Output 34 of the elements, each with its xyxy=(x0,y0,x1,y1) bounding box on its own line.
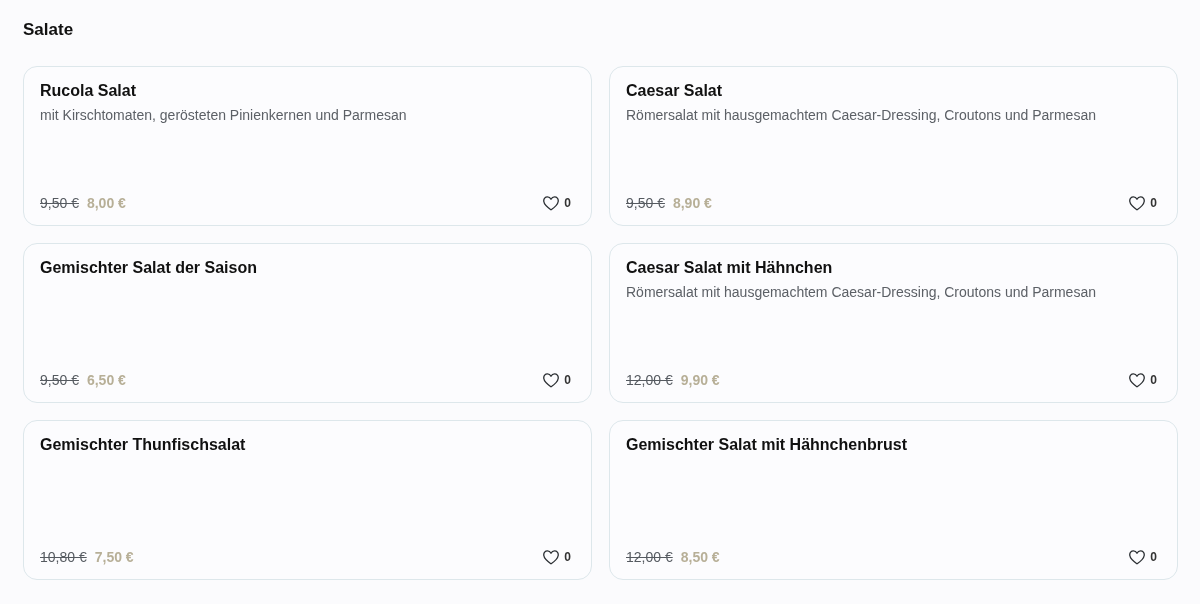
dish-name: Caesar Salat xyxy=(626,81,723,101)
old-price: 12,00 € xyxy=(626,548,673,567)
like-button[interactable]: 0 xyxy=(1125,370,1161,390)
sale-price: 8,00 € xyxy=(86,194,126,213)
dish-card[interactable]: Caesar Salat mit Hähnchen Römersalat mit hausgemachtem Caesar-Dressing, Croutons und Parmesan 12,00 € 9,90 € 0 xyxy=(609,243,1178,403)
old-price: 10,80 € xyxy=(40,548,87,567)
dish-card[interactable]: Gemischter Salat mit Hähnchenbrust 12,00 € 8,50 € 0 xyxy=(609,420,1178,580)
sale-price: 8,50 € xyxy=(680,548,720,567)
like-button[interactable]: 0 xyxy=(1125,547,1161,567)
old-price: 9,50 € xyxy=(40,194,79,213)
section-heading: Salate xyxy=(23,19,75,41)
like-button[interactable]: 0 xyxy=(539,547,575,567)
sale-price: 6,50 € xyxy=(86,371,126,390)
like-button[interactable]: 0 xyxy=(539,193,575,213)
dish-name: Caesar Salat mit Hähnchen xyxy=(626,258,833,278)
dish-description: mit Kirschtomaten, gerösteten Pinienkernen und Parmesan xyxy=(40,106,407,125)
dish-description: Römersalat mit hausgemachtem Caesar-Dressing, Croutons und Parmesan xyxy=(626,283,1096,302)
like-button[interactable]: 0 xyxy=(1125,193,1161,213)
dish-card[interactable]: Gemischter Salat der Saison 9,50 € 6,50 € 0 xyxy=(23,243,592,403)
old-price: 9,50 € xyxy=(40,371,79,390)
dish-name: Gemischter Salat der Saison xyxy=(40,258,257,278)
old-price: 9,50 € xyxy=(626,194,665,213)
dish-card[interactable]: Gemischter Thunfischsalat 10,80 € 7,50 € 0 xyxy=(23,420,592,580)
like-button[interactable]: 0 xyxy=(539,370,575,390)
dish-name: Gemischter Salat mit Hähnchenbrust xyxy=(626,435,907,455)
dish-card[interactable]: Caesar Salat Römersalat mit hausgemachtem Caesar-Dressing, Croutons und Parmesan 9,50 € 8,90 € 0 xyxy=(609,66,1178,226)
sale-price: 8,90 € xyxy=(672,194,712,213)
dish-card[interactable]: Rucola Salat mit Kirschtomaten, gerösteten Pinienkernen und Parmesan 9,50 € 8,00 € 0 xyxy=(23,66,592,226)
dish-name: Rucola Salat xyxy=(40,81,137,101)
dish-name: Gemischter Thunfischsalat xyxy=(40,435,246,455)
old-price: 12,00 € xyxy=(626,371,673,390)
dish-description: Römersalat mit hausgemachtem Caesar-Dressing, Croutons und Parmesan xyxy=(626,106,1096,125)
sale-price: 9,90 € xyxy=(680,371,720,390)
sale-price: 7,50 € xyxy=(94,548,134,567)
